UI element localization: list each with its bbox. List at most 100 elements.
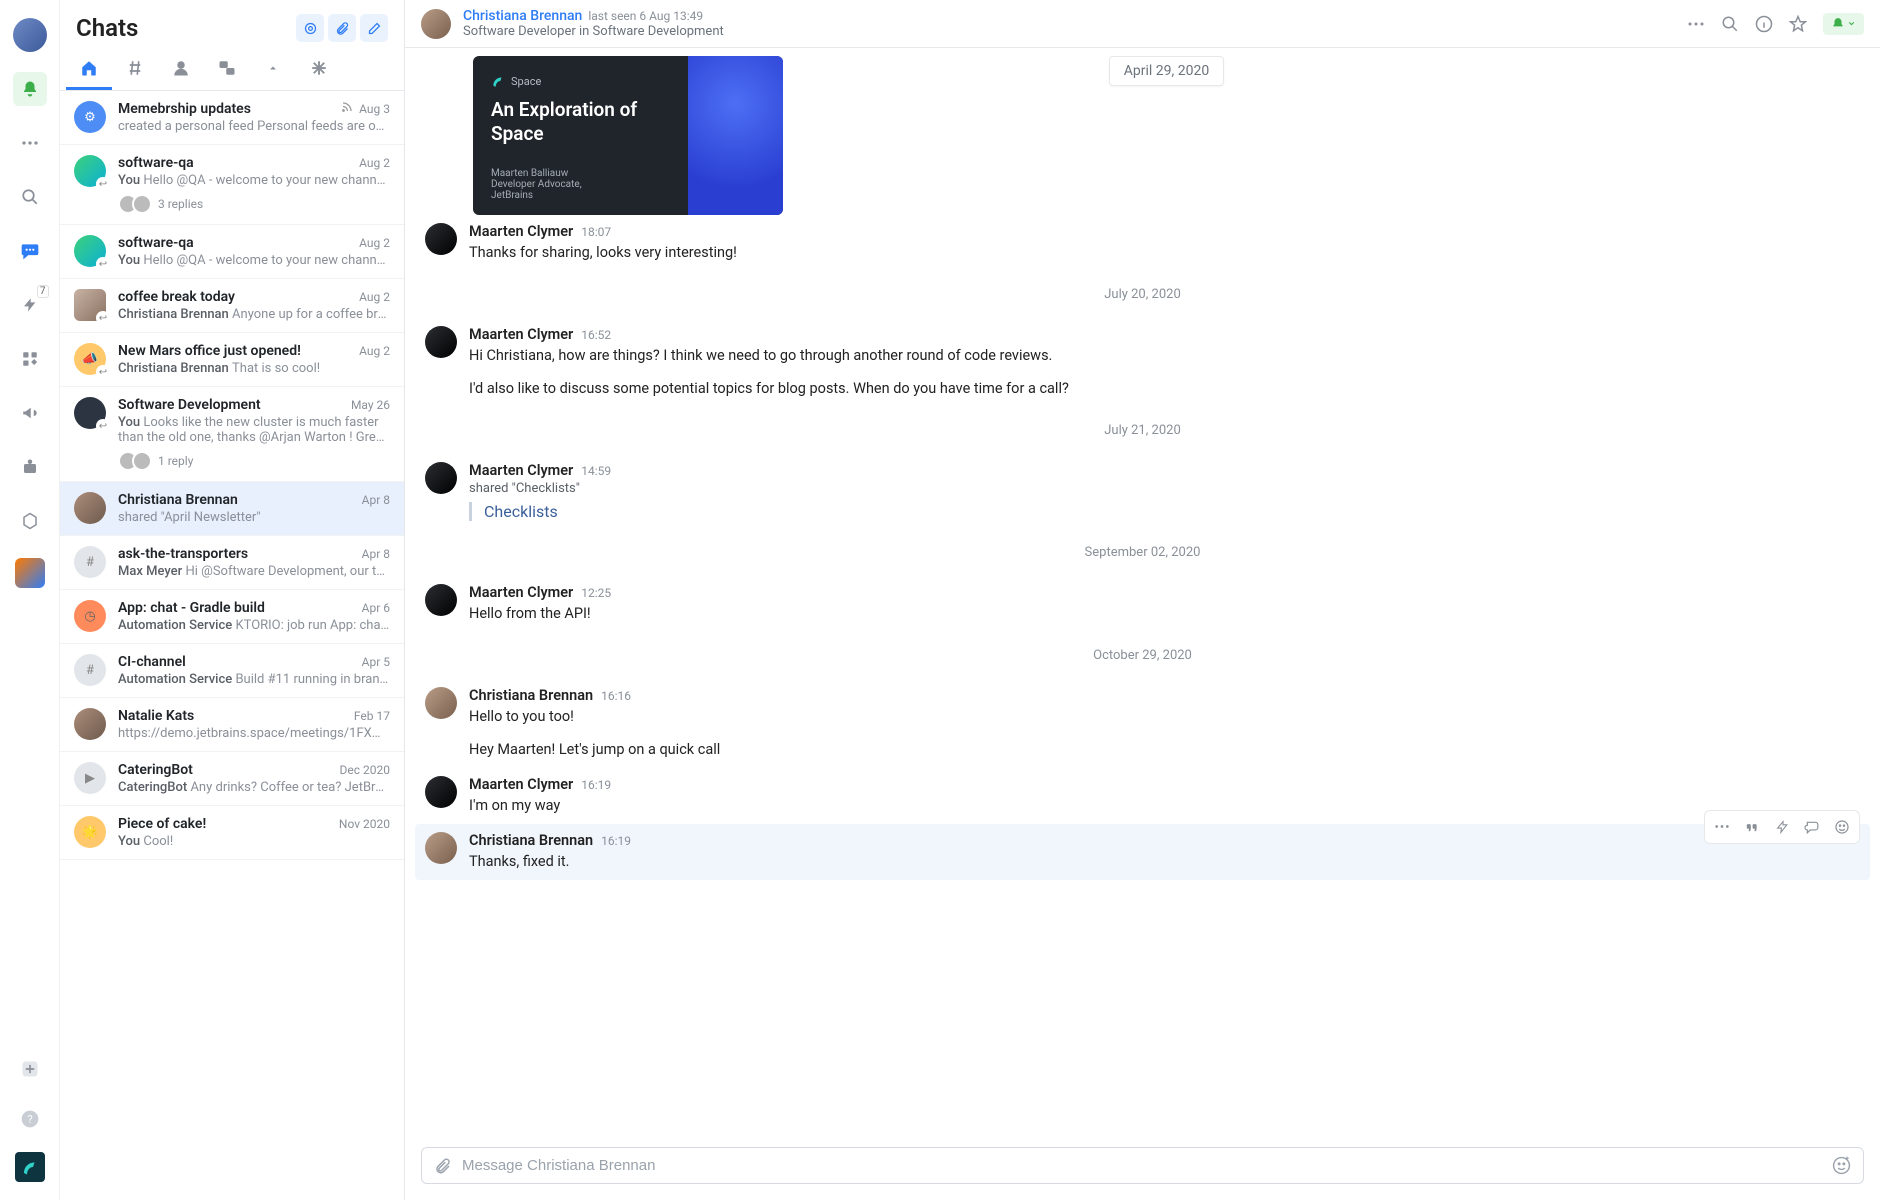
message-list: Space An Exploration of Space Maarten Ba… [405, 48, 1880, 1139]
chat-replies[interactable]: 1 reply [118, 451, 390, 471]
chat-avatar: ↩ [74, 397, 106, 429]
user-avatar[interactable] [13, 18, 47, 52]
message[interactable]: Maarten Clymer 18:07 Thanks for sharing, l… [425, 215, 1860, 271]
header-notification-toggle[interactable] [1823, 13, 1864, 35]
search-icon[interactable] [13, 180, 47, 214]
chat-snippet: created a personal feed Personal feeds a… [118, 119, 390, 134]
chat-snippet: Christiana Brennan That is so cool! [118, 361, 390, 376]
contact-avatar[interactable] [421, 9, 451, 39]
chat-avatar [74, 708, 106, 740]
chatlist-header: Chats [60, 0, 404, 48]
compose-icon[interactable] [360, 14, 388, 42]
chat-title: software-qa [118, 235, 353, 251]
chat-snippet: You Hello @QA - welcome to your new chan… [118, 173, 390, 188]
tab-people[interactable] [158, 48, 204, 90]
add-icon[interactable] [13, 1052, 47, 1086]
settings-icon[interactable] [13, 504, 47, 538]
composer-input[interactable] [462, 1157, 1822, 1174]
shared-link[interactable]: Checklists [484, 502, 558, 521]
filter-icon[interactable] [296, 14, 324, 42]
contact-last-seen: last seen 6 Aug 13:49 [588, 9, 703, 23]
chat-title: Natalie Kats [118, 708, 348, 724]
chat-snippet: Christiana Brennan Anyone up for a coffe… [118, 307, 390, 322]
space-project-icon[interactable] [15, 558, 45, 588]
tab-pins[interactable] [250, 48, 296, 90]
composer-box[interactable] [421, 1147, 1864, 1184]
chat-item[interactable]: #CI-channelApr 5Automation Service Build… [60, 644, 404, 698]
chat-avatar: 🌟 [74, 816, 106, 848]
message-sender: Maarten Clymer [469, 223, 573, 240]
message-sender: Christiana Brennan [469, 832, 593, 849]
message-avatar [425, 776, 457, 808]
chats-icon[interactable] [13, 234, 47, 268]
chat-date: May 26 [351, 398, 390, 412]
team-icon[interactable] [13, 450, 47, 484]
chat-item[interactable]: 🌟Piece of cake!Nov 2020You Cool! [60, 806, 404, 860]
message[interactable]: Maarten Clymer12:25Hello from the API! [425, 576, 1860, 632]
react-icon[interactable] [1827, 813, 1857, 841]
chat-item[interactable]: 📣↩New Mars office just opened!Aug 2Chris… [60, 333, 404, 387]
contact-name[interactable]: Christiana Brennan [463, 8, 582, 24]
header-info-icon[interactable] [1755, 15, 1773, 33]
chat-item[interactable]: ↩software-qaAug 2You Hello @QA - welcome… [60, 145, 404, 225]
message-text: I'd also like to discuss some potential … [469, 378, 1860, 399]
tab-home[interactable] [66, 48, 112, 90]
quote-icon[interactable] [1737, 813, 1767, 841]
message[interactable]: Maarten Clymer16:19I'm on my way [425, 768, 1860, 824]
apps-icon[interactable] [13, 342, 47, 376]
chat-item[interactable]: Christiana BrennanApr 8shared "April New… [60, 482, 404, 536]
chat-avatar: ↩ [74, 235, 106, 267]
link-preview-card[interactable]: Space An Exploration of Space Maarten Ba… [473, 56, 783, 215]
chat-item[interactable]: Natalie KatsFeb 17https://demo.jetbrains… [60, 698, 404, 752]
date-divider: September 02, 2020 [425, 545, 1860, 560]
bolt-icon[interactable]: 7 [13, 288, 47, 322]
preview-brand: Space [511, 75, 541, 88]
attach-icon[interactable] [434, 1157, 452, 1175]
chat-item[interactable]: ↩software-qaAug 2You Hello @QA - welcome… [60, 225, 404, 279]
message[interactable]: Maarten Clymer16:52Hi Christiana, how ar… [425, 318, 1860, 407]
megaphone-icon[interactable] [13, 396, 47, 430]
chat-item[interactable]: ▶CateringBotDec 2020CateringBot Any drin… [60, 752, 404, 806]
chat-avatar: ⚙ [74, 101, 106, 133]
message[interactable]: Maarten Clymer14:59shared "Checklists"Ch… [425, 454, 1860, 529]
chat-item[interactable]: ◷App: chat - Gradle buildApr 6Automation… [60, 590, 404, 644]
message[interactable]: Christiana Brennan16:16Hello to you too!… [425, 679, 1860, 768]
header-star-icon[interactable] [1789, 15, 1807, 33]
attachment-icon[interactable] [328, 14, 356, 42]
preview-sub2: JetBrains [491, 190, 670, 201]
tab-channels[interactable] [112, 48, 158, 90]
date-divider: October 29, 2020 [425, 648, 1860, 663]
emoji-icon[interactable] [1832, 1156, 1851, 1175]
chat-item[interactable]: #ask-the-transportersApr 8Max Meyer Hi @… [60, 536, 404, 590]
chat-replies[interactable]: 3 replies [118, 194, 390, 214]
message-time: 18:07 [581, 225, 611, 239]
bolt-icon[interactable] [1767, 813, 1797, 841]
chat-date: Nov 2020 [339, 817, 390, 831]
chat-items: ⚙Memebrship updatesAug 3created a person… [60, 91, 404, 1200]
preview-title: An Exploration of Space [491, 98, 670, 146]
tab-threads[interactable] [204, 48, 250, 90]
date-divider: July 20, 2020 [425, 287, 1860, 302]
shared-note: shared "Checklists" [469, 481, 1860, 496]
chat-item[interactable]: ↩coffee break todayAug 2Christiana Brenn… [60, 279, 404, 333]
tab-all[interactable] [296, 48, 342, 90]
space-logo-icon[interactable] [15, 1152, 45, 1182]
more-icon[interactable] [1707, 813, 1737, 841]
reply-icon[interactable] [1797, 813, 1827, 841]
message[interactable]: Christiana Brennan16:19Thanks, fixed it. [415, 824, 1870, 880]
chat-item[interactable]: ⚙Memebrship updatesAug 3created a person… [60, 91, 404, 145]
chat-title: software-qa [118, 155, 353, 171]
more-icon[interactable] [13, 126, 47, 160]
chat-item[interactable]: ↩Software DevelopmentMay 26You Looks lik… [60, 387, 404, 482]
chat-title: CateringBot [118, 762, 334, 778]
chat-snippet: shared "April Newsletter" [118, 510, 390, 525]
message-text: Thanks for sharing, looks very interesti… [469, 242, 1860, 263]
nav-rail: 7 ? [0, 0, 60, 1200]
help-icon[interactable]: ? [13, 1102, 47, 1136]
chat-avatar [74, 492, 106, 524]
header-more-icon[interactable] [1687, 21, 1705, 27]
header-search-icon[interactable] [1721, 15, 1739, 33]
preview-image [688, 56, 783, 215]
notifications-icon[interactable] [13, 72, 47, 106]
message-avatar [425, 584, 457, 616]
